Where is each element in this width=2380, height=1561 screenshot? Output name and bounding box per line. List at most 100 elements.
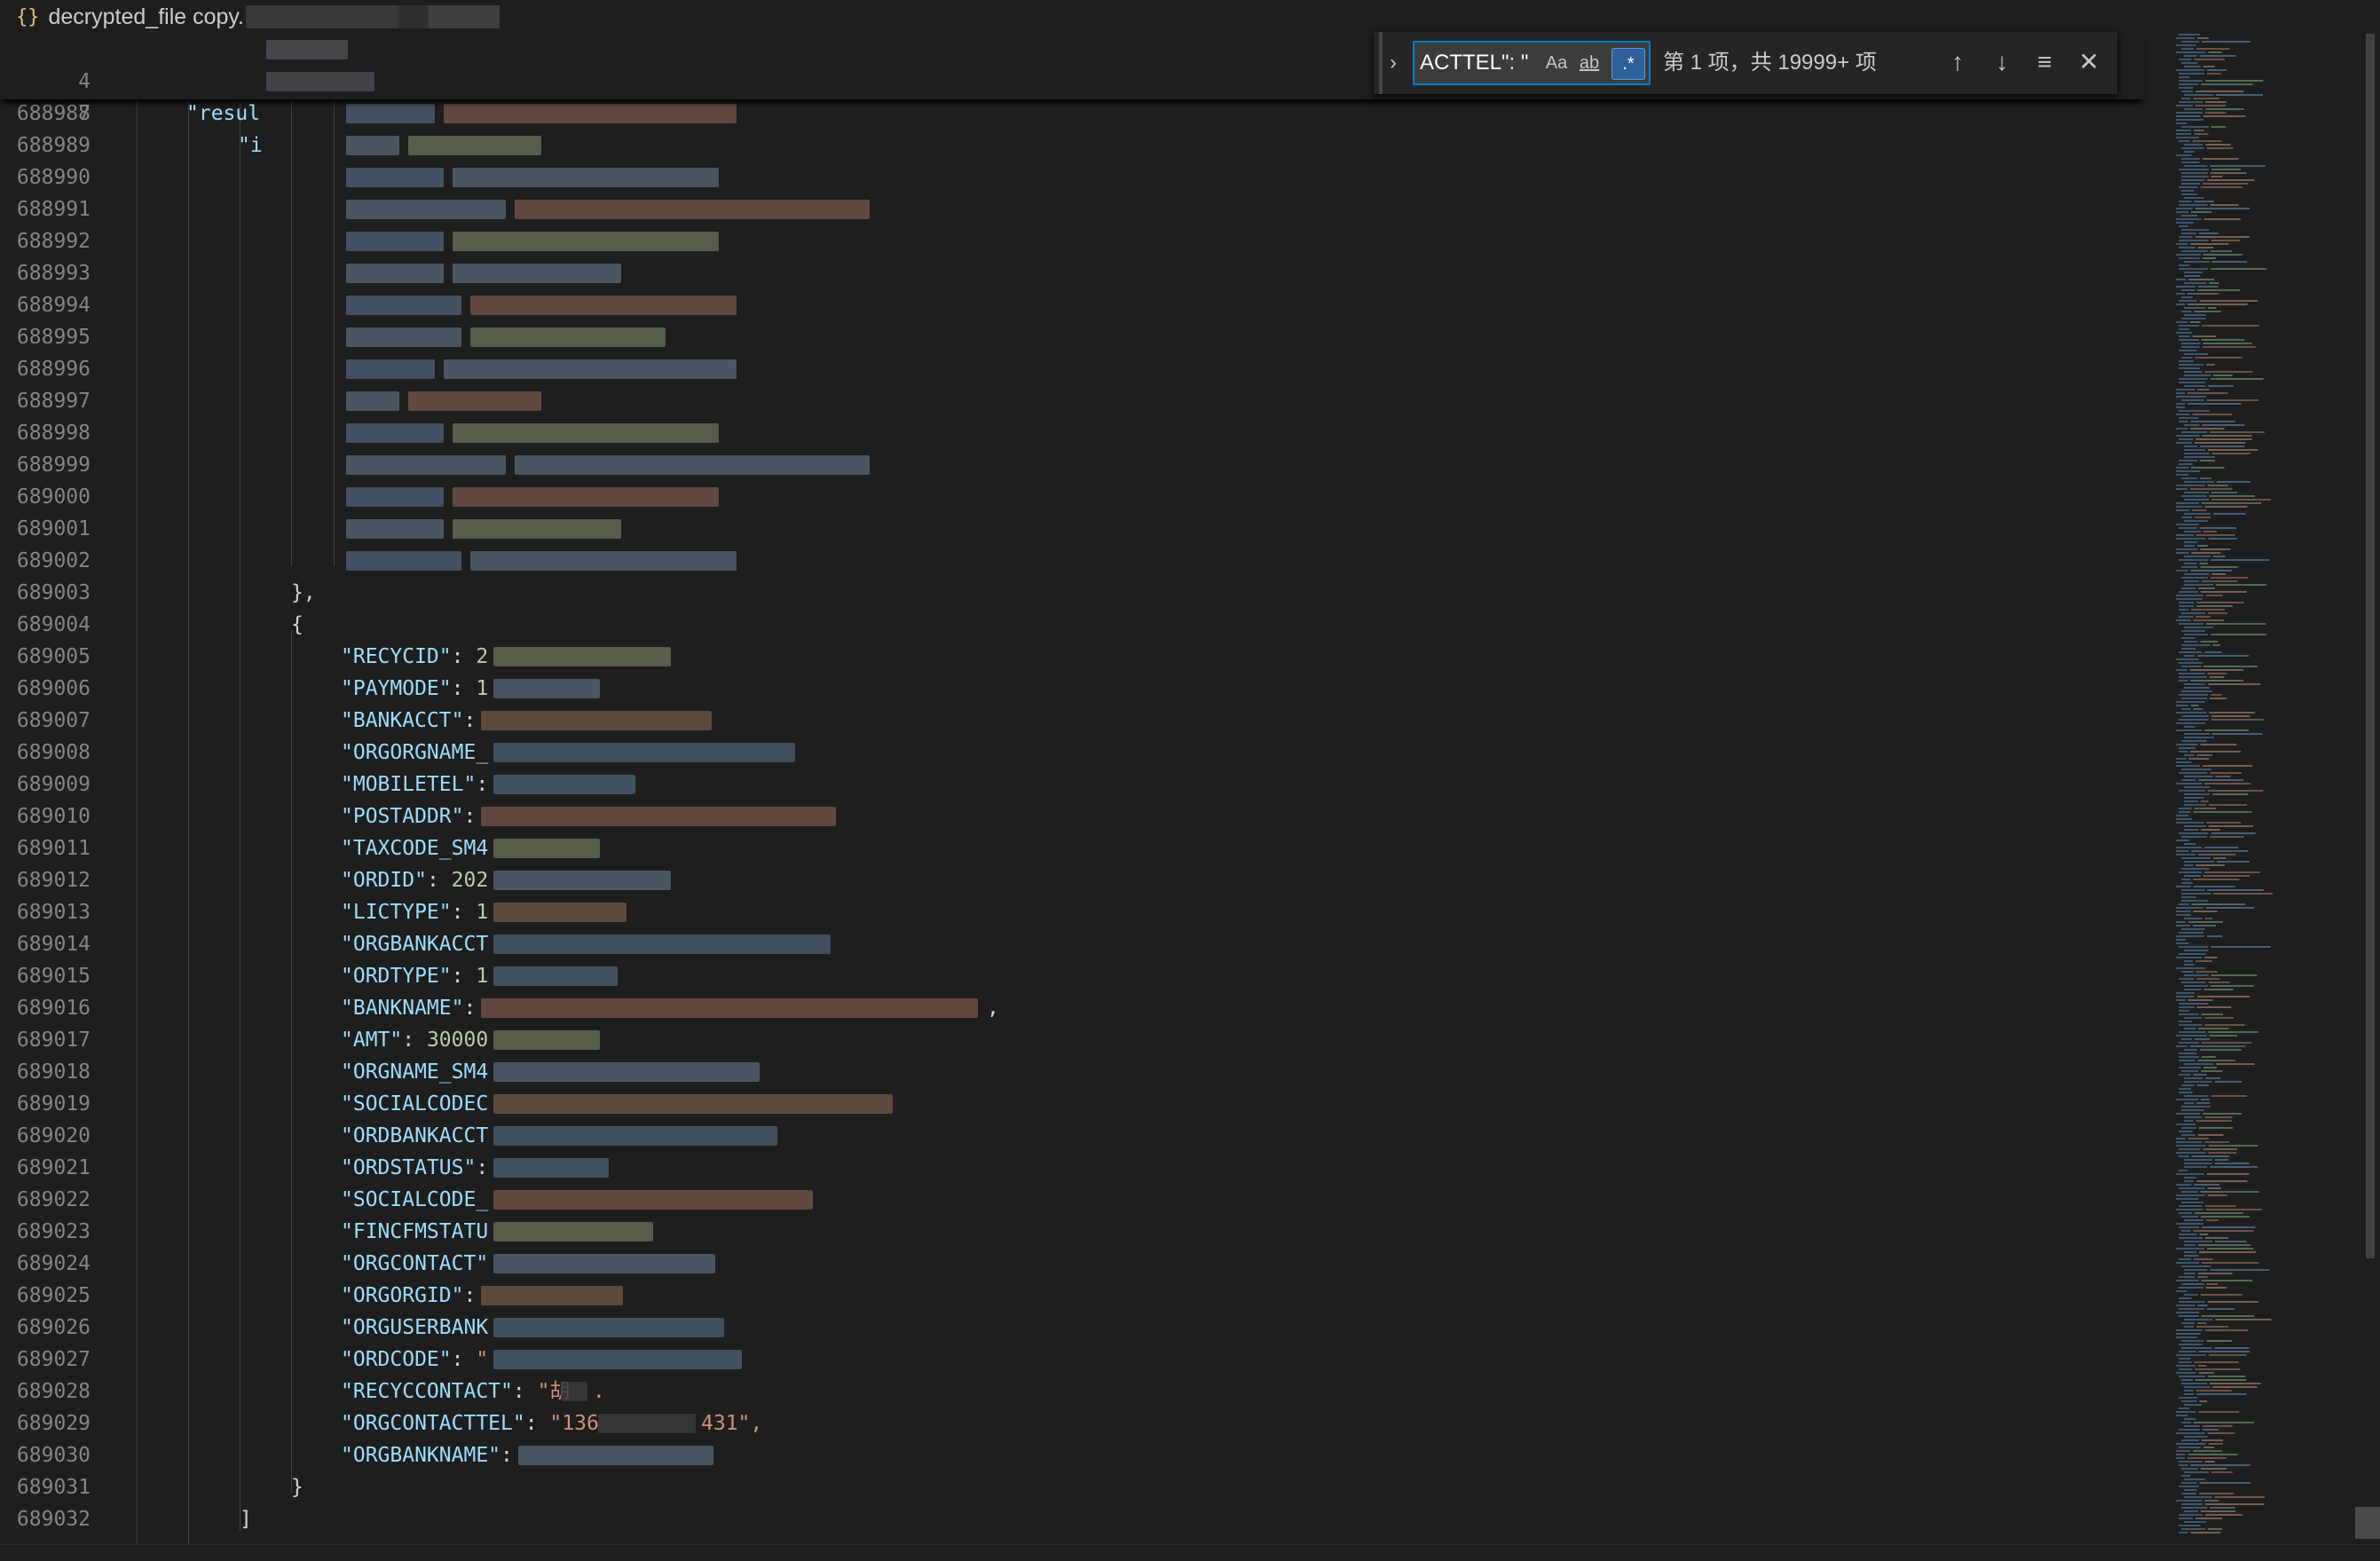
redacted-text [453, 264, 621, 283]
minimap-line [2176, 1443, 2206, 1445]
minimap-line [2190, 1532, 2221, 1533]
minimap-line [2184, 1425, 2201, 1427]
line-number: 689004 [16, 613, 91, 636]
minimap-line [2195, 1038, 2211, 1040]
minimap-line [2179, 1024, 2203, 1026]
minimap-line [2184, 964, 2195, 966]
sticky-line[interactable]: 7 "i [0, 66, 374, 157]
minimap-line [2198, 779, 2244, 781]
minimap-line [2181, 769, 2212, 770]
sticky-line-text: "resul [186, 102, 261, 125]
minimap-line [2193, 1450, 2222, 1452]
minimap-line [2179, 350, 2197, 351]
minimap-line [2176, 1333, 2201, 1335]
minimap-line [2184, 1241, 2213, 1242]
minimap-line [2197, 655, 2250, 657]
minimap-line [2184, 197, 2204, 199]
minimap-line [2176, 1145, 2206, 1147]
breadcrumb-file-name[interactable]: decrypted_file copy. [49, 4, 245, 30]
minimap-line [2191, 552, 2221, 554]
minimap-line [2181, 1482, 2197, 1484]
minimap-line [2194, 442, 2246, 444]
minimap-line [2204, 918, 2213, 919]
minimap-line [2193, 130, 2204, 131]
match-case-toggle[interactable]: Aa [1542, 48, 1571, 78]
minimap-line [2204, 651, 2222, 653]
minimap-line [2184, 1102, 2195, 1104]
previous-match-arrow-up-icon[interactable]: ↑ [1940, 44, 1975, 80]
minimap-line [2205, 1287, 2227, 1289]
minimap-line [2211, 719, 2264, 721]
minimap-line [2184, 445, 2198, 447]
toggle-replace-chevron-icon[interactable]: › [1379, 32, 1404, 94]
minimap-line [2211, 832, 2256, 834]
code-text: "ORGCONTACTTEL": "136 [341, 1412, 599, 1435]
minimap-line [2179, 1297, 2192, 1299]
breadcrumb[interactable]: {} decrypted_file copy. [0, 0, 2165, 34]
minimap-line [2204, 729, 2250, 731]
use-regex-toggle[interactable]: .* [1612, 48, 1645, 80]
line-number: 689026 [16, 1316, 91, 1339]
minimap-line [2184, 754, 2195, 756]
minimap-line [2208, 1152, 2237, 1154]
minimap-line [2207, 1432, 2235, 1434]
line-number: 689005 [16, 645, 91, 668]
horizontal-scrollbar[interactable] [0, 1544, 2380, 1561]
close-find-icon[interactable]: ✕ [2071, 44, 2107, 80]
redacted-text [493, 903, 627, 922]
minimap-line [2203, 666, 2258, 667]
minimap-line [2184, 1177, 2196, 1179]
redacted-text [346, 200, 506, 219]
minimap[interactable] [2165, 27, 2360, 1544]
redacted-text [493, 1350, 742, 1369]
minimap-line [2201, 1099, 2211, 1100]
minimap-line [2188, 279, 2215, 280]
find-in-selection-icon[interactable]: ≡ [2027, 44, 2062, 80]
redacted-text [346, 168, 444, 187]
line-number: 689028 [16, 1380, 91, 1403]
redacted-text [266, 40, 348, 59]
minimap-line [2179, 871, 2202, 873]
line-number: 689008 [16, 741, 91, 764]
minimap-line [2194, 1184, 2220, 1186]
minimap-line [2190, 321, 2201, 323]
redacted-text [493, 1094, 893, 1114]
minimap-line [2184, 513, 2211, 515]
minimap-line [2181, 1216, 2198, 1218]
redacted-text [515, 200, 870, 219]
find-input-box[interactable]: ACTTEL": " Aa ab .* [1413, 41, 1651, 85]
minimap-line [2184, 829, 2199, 831]
minimap-line [2214, 1347, 2250, 1349]
minimap-line [2179, 811, 2191, 813]
minimap-line [2181, 343, 2201, 344]
minimap-line [2176, 1290, 2187, 1292]
minimap-line [2179, 1464, 2188, 1466]
minimap-line [2181, 928, 2205, 930]
scrollbar-thumb[interactable] [2366, 34, 2375, 1258]
minimap-line [2211, 715, 2250, 717]
minimap-line [2181, 889, 2205, 891]
minimap-line [2208, 804, 2248, 806]
find-input[interactable]: ACTTEL": " [1420, 43, 1528, 83]
minimap-line [2179, 1092, 2193, 1093]
sticky-line[interactable]: 4 "resul [0, 34, 348, 125]
minimap-line [2201, 1439, 2224, 1441]
code-text: }, [291, 581, 316, 604]
minimap-line [2181, 162, 2200, 163]
minimap-line [2181, 893, 2211, 895]
find-widget[interactable]: › ACTTEL": " Aa ab .* 第 1 项，共 19999+ 项 ↑… [1374, 32, 2117, 94]
minimap-line [2184, 864, 2194, 866]
code-editor[interactable]: 688988 688989 688990 688991 688992 688993 6889… [0, 98, 2165, 1544]
minimap-line [2176, 321, 2188, 323]
minimap-line [2200, 1510, 2236, 1512]
match-whole-word-toggle[interactable]: ab [1572, 48, 1606, 78]
minimap-line [2176, 595, 2203, 596]
vertical-scrollbar[interactable] [2360, 34, 2380, 1525]
next-match-arrow-down-icon[interactable]: ↓ [1984, 44, 2020, 80]
minimap-line [2181, 158, 2200, 160]
line-number: 689007 [16, 709, 91, 732]
line-number: 689010 [16, 805, 91, 828]
minimap-line [2181, 399, 2204, 401]
minimap-line [2181, 431, 2208, 433]
minimap-line [2190, 243, 2229, 245]
